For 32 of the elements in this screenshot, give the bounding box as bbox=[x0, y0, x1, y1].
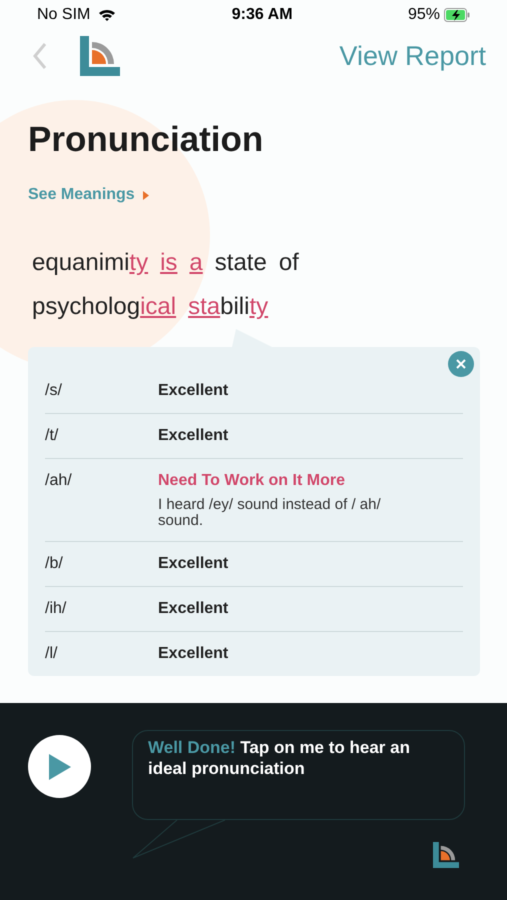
phoneme-verdict: Excellent bbox=[158, 599, 228, 619]
speech-bubble[interactable]: Well Done! Tap on me to hear an ideal pronunciation bbox=[132, 730, 465, 820]
close-button[interactable] bbox=[448, 351, 474, 377]
phoneme-label: /ah/ bbox=[45, 471, 73, 491]
caret-icon bbox=[142, 190, 149, 200]
phoneme-label: /ih/ bbox=[45, 599, 68, 619]
phoneme-label: /t/ bbox=[45, 426, 60, 446]
battery-charging-icon bbox=[444, 8, 470, 22]
app-logo bbox=[80, 36, 120, 76]
phoneme-verdict: Excellent bbox=[158, 644, 228, 664]
brand-logo bbox=[433, 842, 459, 868]
view-report-link[interactable]: View Report bbox=[339, 36, 486, 76]
phoneme-label: /s/ bbox=[45, 381, 63, 401]
wifi-icon bbox=[98, 8, 116, 22]
carrier-text: No SIM bbox=[37, 5, 90, 25]
phoneme-verdict: Need To Work on It More bbox=[158, 471, 346, 491]
page-title: Pronunciation bbox=[28, 122, 264, 157]
phoneme-verdict: Excellent bbox=[158, 381, 228, 401]
phoneme-verdict: Excellent bbox=[158, 426, 228, 446]
play-icon bbox=[48, 754, 70, 780]
battery-text: 95% bbox=[408, 5, 440, 25]
feedback-message: Well Done! Tap on me to hear an ideal pronunciation bbox=[148, 737, 411, 779]
phoneme-label: /l/ bbox=[45, 644, 58, 664]
close-icon bbox=[456, 359, 466, 369]
phoneme-note: I heard /ey/ sound instead of / ah/ sound. bbox=[158, 497, 382, 529]
sentence-line: psychological stability bbox=[32, 292, 270, 322]
sentence-line: equanimity is a state of bbox=[32, 248, 300, 278]
phoneme-verdict: Excellent bbox=[158, 554, 228, 574]
bubble-tail-icon bbox=[132, 819, 227, 859]
phoneme-label: /b/ bbox=[45, 554, 64, 574]
clock-text: 9:36 AM bbox=[232, 5, 293, 25]
see-meanings-link[interactable]: See Meanings bbox=[28, 183, 149, 207]
